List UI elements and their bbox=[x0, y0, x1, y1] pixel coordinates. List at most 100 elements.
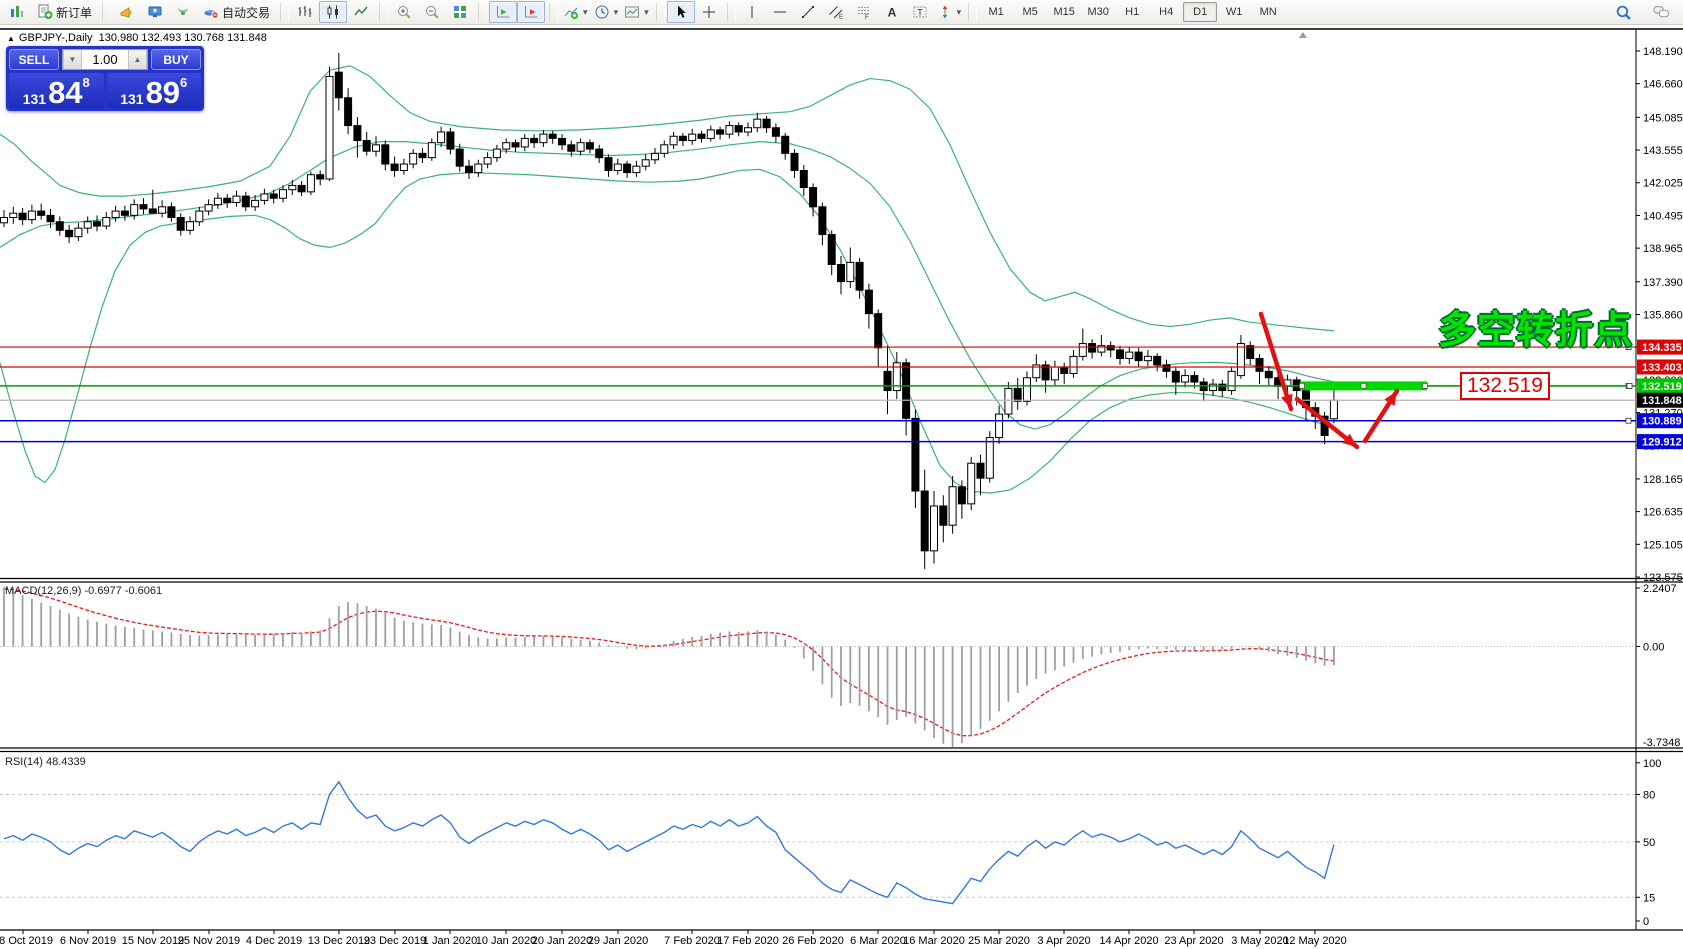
cursor-button[interactable] bbox=[666, 1, 695, 23]
svg-text:0.00: 0.00 bbox=[1643, 642, 1664, 654]
svg-text:130.889: 130.889 bbox=[1642, 416, 1682, 428]
search-button[interactable] bbox=[1609, 1, 1637, 23]
templates-button[interactable]: ▾ bbox=[621, 1, 652, 23]
turning-point-annotation[interactable]: 多空转折点 bbox=[1438, 299, 1633, 354]
periods-button[interactable]: ▾ bbox=[591, 1, 622, 23]
chat-icon bbox=[1653, 5, 1669, 17]
crosshair-icon bbox=[702, 6, 715, 18]
svg-text:29 Jan 2020: 29 Jan 2020 bbox=[588, 935, 649, 947]
autotrade-button[interactable]: 自动交易 bbox=[197, 1, 276, 23]
svg-text:132.519: 132.519 bbox=[1642, 381, 1682, 393]
fibonacci-icon: F bbox=[857, 7, 870, 20]
fibonacci-button[interactable]: F bbox=[850, 1, 878, 23]
svg-text:25 Nov 2019: 25 Nov 2019 bbox=[178, 935, 240, 947]
insert-group: ▾ ▾ ▾ bbox=[560, 0, 652, 24]
price-callout-label[interactable]: 132.519 bbox=[1460, 372, 1550, 400]
rsi-line bbox=[3, 780, 1335, 905]
tile-windows-button[interactable] bbox=[446, 1, 474, 23]
zoom-in-icon bbox=[398, 6, 411, 19]
svg-text:131.848: 131.848 bbox=[1642, 395, 1682, 407]
signals-button[interactable] bbox=[169, 1, 197, 23]
community-button[interactable] bbox=[141, 1, 169, 23]
timeframe-w1[interactable]: W1 bbox=[1217, 2, 1251, 22]
app-chart-button[interactable] bbox=[3, 1, 31, 23]
horizontal-line-button[interactable] bbox=[766, 1, 794, 23]
chevron-down-icon[interactable]: ▾ bbox=[957, 7, 962, 18]
svg-text:145.085: 145.085 bbox=[1643, 112, 1683, 124]
toolbar: 新订单 自动交易 ▾ ▾ ▾ E F A T ▾ M1 M5 M15 M30 H1 H4 D1 W1 MN bbox=[0, 0, 1683, 25]
chart-shift-icon bbox=[525, 6, 538, 18]
chevron-down-icon[interactable]: ▾ bbox=[614, 7, 619, 18]
cursor-icon bbox=[677, 5, 686, 18]
zoom-out-button[interactable] bbox=[418, 1, 446, 23]
chart-surface[interactable]: 148.190 146.660 145.085 143.555 142.025 140.4… bbox=[0, 0, 1683, 949]
text-button[interactable]: A bbox=[878, 1, 906, 23]
macd-indicator-label: MACD(12,26,9) -0.6977 -0.6061 bbox=[5, 585, 163, 597]
svg-text:125.105: 125.105 bbox=[1643, 539, 1683, 551]
timeframe-h4[interactable]: H4 bbox=[1149, 2, 1183, 22]
svg-text:26 Feb 2020: 26 Feb 2020 bbox=[782, 935, 844, 947]
chat-button[interactable] bbox=[1647, 1, 1675, 23]
chevron-down-icon[interactable]: ▾ bbox=[583, 7, 588, 18]
chevron-down-icon[interactable]: ▾ bbox=[644, 7, 649, 18]
timeframe-m30[interactable]: M30 bbox=[1081, 2, 1115, 22]
channel-button[interactable]: E bbox=[822, 1, 850, 23]
svg-text:23 Dec 2019: 23 Dec 2019 bbox=[364, 935, 426, 947]
templates-icon bbox=[625, 6, 640, 18]
chart-shift-button[interactable] bbox=[517, 1, 546, 23]
candlestick-button[interactable] bbox=[319, 1, 348, 23]
label-button[interactable]: T bbox=[906, 1, 934, 23]
tile-windows-icon bbox=[453, 5, 468, 19]
timeframe-m1[interactable]: M1 bbox=[979, 2, 1013, 22]
zoom-in-button[interactable] bbox=[390, 1, 418, 23]
timeframe-d1[interactable]: D1 bbox=[1183, 2, 1218, 22]
svg-text:134.335: 134.335 bbox=[1642, 342, 1682, 354]
svg-text:146.660: 146.660 bbox=[1643, 79, 1683, 91]
svg-text:20 Jan 2020: 20 Jan 2020 bbox=[532, 935, 593, 947]
timeframe-m15[interactable]: M15 bbox=[1047, 2, 1081, 22]
svg-text:6 Mar 2020: 6 Mar 2020 bbox=[850, 935, 906, 947]
vertical-line-button[interactable] bbox=[738, 1, 766, 23]
svg-text:23 Apr 2020: 23 Apr 2020 bbox=[1164, 935, 1223, 947]
buy-price[interactable]: 131 89 6 bbox=[106, 73, 201, 108]
one-click-trading-panel: SELL ▼ 1.00 ▲ BUY 131 84 8 131 89 6 bbox=[6, 46, 204, 111]
horizontal-line-objects[interactable] bbox=[0, 344, 1636, 443]
vline-icon bbox=[751, 6, 753, 18]
auto-scroll-button[interactable] bbox=[489, 1, 518, 23]
alerts-button[interactable] bbox=[113, 1, 141, 23]
volume-stepper: ▼ 1.00 ▲ bbox=[62, 49, 148, 70]
volume-input[interactable]: 1.00 bbox=[82, 50, 128, 69]
chart-shift-marker[interactable] bbox=[1299, 32, 1307, 38]
volume-down-button[interactable]: ▼ bbox=[63, 50, 82, 69]
trendline-button[interactable] bbox=[794, 1, 822, 23]
svg-text:6 Nov 2019: 6 Nov 2019 bbox=[60, 935, 116, 947]
timeframe-m5[interactable]: M5 bbox=[1013, 2, 1047, 22]
line-handle[interactable] bbox=[1625, 417, 1632, 424]
pointer-group bbox=[666, 0, 723, 24]
timeframe-mn[interactable]: MN bbox=[1251, 2, 1285, 22]
file-group: 新订单 bbox=[3, 0, 98, 24]
sell-price[interactable]: 131 84 8 bbox=[9, 73, 104, 108]
sell-button[interactable]: SELL bbox=[9, 49, 59, 70]
svg-text:15 Nov 2019: 15 Nov 2019 bbox=[122, 935, 184, 947]
line-chart-button[interactable] bbox=[347, 1, 375, 23]
indicators-button[interactable]: ▾ bbox=[560, 1, 591, 23]
new-order-button[interactable]: 新订单 bbox=[31, 1, 98, 23]
crosshair-button[interactable] bbox=[695, 1, 723, 23]
zoom-out-icon bbox=[426, 6, 439, 19]
rsi-indicator-label: RSI(14) 48.4339 bbox=[5, 756, 86, 768]
shapes-button[interactable]: ▾ bbox=[934, 1, 965, 23]
svg-text:A: A bbox=[887, 6, 896, 20]
line-chart-icon bbox=[354, 6, 368, 16]
buy-button[interactable]: BUY bbox=[151, 49, 201, 70]
svg-text:133.403: 133.403 bbox=[1642, 362, 1682, 374]
bar-chart-button[interactable] bbox=[291, 1, 319, 23]
svg-text:E: E bbox=[839, 15, 843, 21]
volume-up-button[interactable]: ▲ bbox=[128, 50, 147, 69]
collapse-panel-icon[interactable]: ▲ bbox=[7, 34, 15, 43]
service-group: 自动交易 bbox=[113, 0, 276, 24]
periods-icon bbox=[595, 5, 609, 19]
trendline-icon bbox=[801, 6, 814, 18]
toolbar-separator bbox=[102, 3, 112, 21]
timeframe-h1[interactable]: H1 bbox=[1115, 2, 1149, 22]
